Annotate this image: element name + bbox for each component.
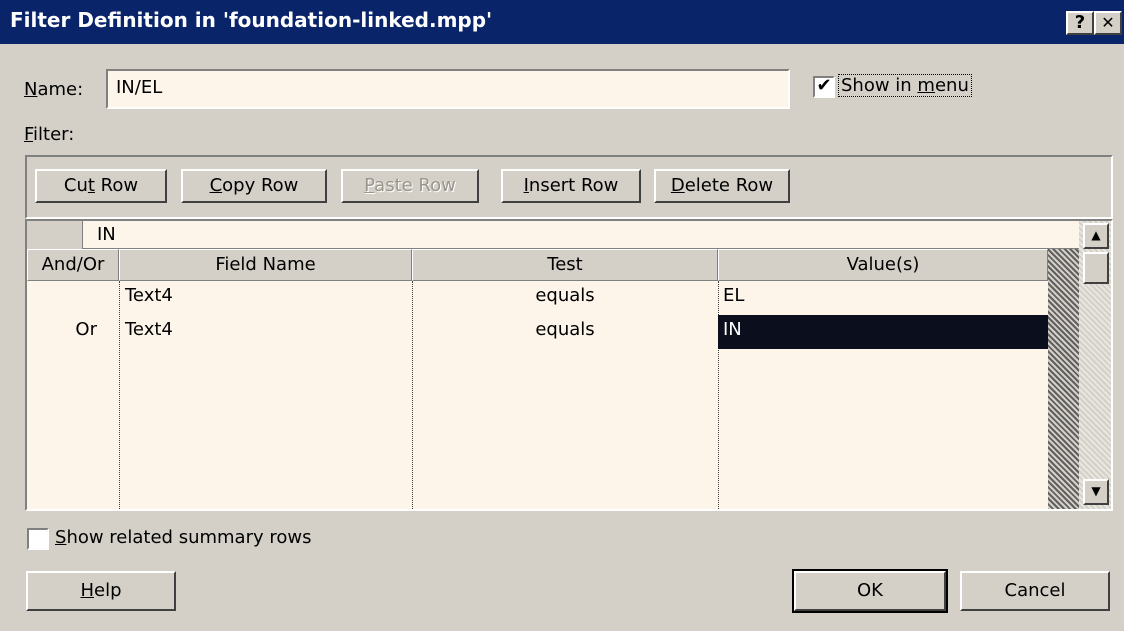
scroll-up-icon[interactable]: ▲	[1083, 223, 1109, 249]
cell-and-or[interactable]: Or	[27, 319, 97, 340]
table-row[interactable]: Text4 equals EL	[27, 285, 1048, 313]
cell-field-name[interactable]: Text4	[125, 319, 173, 340]
help-button[interactable]: Help	[26, 571, 176, 611]
name-input-value: IN/EL	[116, 77, 163, 98]
scroll-thumb[interactable]	[1083, 252, 1109, 284]
cell-test[interactable]: equals	[412, 319, 718, 340]
grid-unused-column	[1048, 249, 1079, 509]
summary-rows-checkbox[interactable]	[27, 528, 49, 550]
window-title: Filter Definition in 'foundation-linked.…	[10, 8, 493, 32]
filter-label: Filter:	[24, 124, 75, 145]
scroll-down-icon[interactable]: ▼	[1083, 479, 1109, 505]
insert-row-button[interactable]: Insert Row	[501, 169, 641, 203]
cell-value-selected[interactable]: IN	[718, 315, 1048, 349]
paste-row-button[interactable]: Paste Row	[341, 169, 479, 203]
col-header-field-name[interactable]: Field Name	[119, 249, 412, 281]
name-label: Name:	[24, 79, 84, 100]
col-header-and-or[interactable]: And/Or	[27, 249, 119, 281]
cell-value[interactable]: EL	[723, 285, 744, 306]
ok-button[interactable]: OK	[792, 569, 948, 613]
close-icon[interactable]: ✕	[1094, 11, 1122, 35]
table-row[interactable]: Or Text4 equals IN	[27, 315, 1048, 349]
filter-toolbar: Cut Row Copy Row Paste Row Insert Row De…	[25, 155, 1113, 219]
show-in-menu-checkbox[interactable]: ✔	[813, 76, 835, 98]
cut-row-button[interactable]: Cut Row	[35, 169, 167, 203]
cell-field-name[interactable]: Text4	[125, 285, 173, 306]
title-bar[interactable]: Filter Definition in 'foundation-linked.…	[0, 0, 1124, 44]
delete-row-button[interactable]: Delete Row	[654, 169, 790, 203]
col-header-values[interactable]: Value(s)	[718, 249, 1048, 281]
col-header-test[interactable]: Test	[412, 249, 718, 281]
cell-edit-value: IN	[97, 224, 116, 245]
summary-rows-label[interactable]: Show related summary rows	[55, 527, 311, 548]
cell-edit-bar[interactable]: IN	[83, 221, 1079, 249]
name-input[interactable]: IN/EL	[106, 69, 790, 109]
grid-corner	[27, 221, 83, 249]
filter-grid: IN And/Or Field Name Test Value(s) Text4…	[25, 219, 1113, 511]
copy-row-button[interactable]: Copy Row	[181, 169, 327, 203]
cell-test[interactable]: equals	[412, 285, 718, 306]
show-in-menu-label[interactable]: Show in menu	[838, 74, 972, 97]
help-question-button[interactable]: ?	[1066, 11, 1094, 35]
cancel-button[interactable]: Cancel	[960, 571, 1110, 611]
